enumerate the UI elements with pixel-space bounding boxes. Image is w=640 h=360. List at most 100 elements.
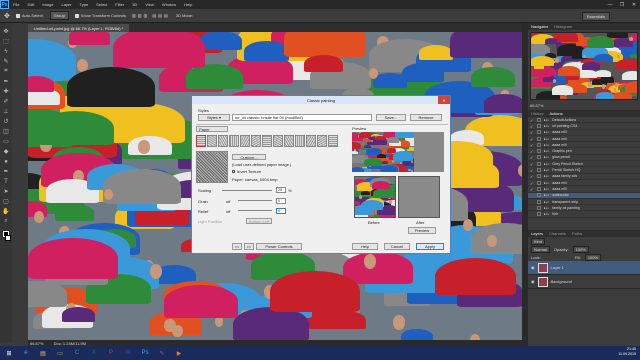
dialog-toggle-box[interactable]: [537, 212, 541, 217]
dialog-toggle-box[interactable]: [537, 117, 541, 122]
power-controls-button[interactable]: Power Controls: [256, 243, 302, 250]
paper-texture-option[interactable]: [306, 135, 316, 147]
dialog-toggle-box[interactable]: [537, 193, 541, 198]
dialog-toggle-box[interactable]: [537, 205, 541, 210]
crop-tool-icon[interactable]: ⌗: [2, 67, 11, 76]
stamp-tool-icon[interactable]: ⊥: [2, 107, 11, 116]
dialog-toggle-box[interactable]: [537, 123, 541, 128]
tab-paths[interactable]: Paths: [572, 231, 582, 236]
paper-texture-option[interactable]: [284, 135, 294, 147]
dialog-toggle-box[interactable]: [537, 142, 541, 147]
paper-texture-option[interactable]: [229, 135, 239, 147]
menu-help[interactable]: Help: [180, 2, 196, 7]
prev-button[interactable]: <<: [232, 243, 242, 250]
move-tool-icon[interactable]: ✥: [2, 27, 11, 36]
menu-image[interactable]: Image: [38, 2, 57, 7]
shape-tool-icon[interactable]: ▢: [2, 197, 11, 206]
scaling-input[interactable]: 25: [276, 187, 286, 193]
menu-file[interactable]: File: [9, 2, 23, 7]
eraser-tool-icon[interactable]: ◫: [2, 127, 11, 136]
cancel-button[interactable]: Cancel: [384, 243, 410, 250]
paper-texture-option[interactable]: [317, 135, 327, 147]
relief-input[interactable]: 0: [276, 208, 286, 214]
explorer-icon[interactable]: ▤: [36, 347, 50, 359]
paper-texture-option[interactable]: [295, 135, 305, 147]
paper-texture-option[interactable]: [262, 135, 272, 147]
dialog-toggle-box[interactable]: [537, 174, 541, 179]
dialog-toggle-box[interactable]: [537, 168, 541, 173]
type-tool-icon[interactable]: T: [2, 177, 11, 186]
move-tool-icon[interactable]: ✥: [4, 12, 10, 20]
checkmark-icon[interactable]: ✓: [530, 181, 534, 186]
visibility-eye-icon[interactable]: ◉: [531, 279, 535, 284]
navigator-thumbnail[interactable]: [530, 32, 638, 100]
tab-navigator[interactable]: Navigator: [531, 24, 548, 29]
paper-texture-option[interactable]: [273, 135, 283, 147]
paper-texture-option[interactable]: [328, 135, 338, 147]
action-set-row[interactable]: ▸▭ hhh: [528, 211, 640, 218]
style-name-field[interactable]: mr_oil classic: bristle flat 09 (modifie…: [232, 114, 372, 121]
checkmark-icon[interactable]: ✓: [530, 149, 534, 154]
dialog-close-button[interactable]: ✕: [438, 96, 450, 104]
tab-channels[interactable]: Channels: [549, 231, 566, 236]
checkmark-icon[interactable]: ✓: [530, 124, 534, 129]
next-button[interactable]: >>: [244, 243, 254, 250]
lasso-tool-icon[interactable]: ϟ: [2, 47, 11, 56]
navigator-zoom[interactable]: 66.67%: [530, 103, 544, 108]
dialog-toggle-box[interactable]: [537, 130, 541, 135]
tab-layers[interactable]: Layers: [531, 231, 543, 236]
grain-input[interactable]: 0: [276, 198, 286, 204]
start-icon[interactable]: ⊞: [2, 347, 16, 359]
layer-row[interactable]: ◉ Background: [528, 275, 640, 289]
path-select-icon[interactable]: ➤: [2, 187, 11, 196]
eyedropper-tool-icon[interactable]: ✒: [2, 77, 11, 86]
visibility-eye-icon[interactable]: ◉: [531, 265, 535, 270]
dialog-toggle-box[interactable]: [537, 155, 541, 160]
paper-texture-option[interactable]: [251, 135, 261, 147]
apply-button[interactable]: Apply: [416, 243, 444, 250]
folder-icon[interactable]: ▭: [53, 347, 67, 359]
layer-row[interactable]: ◉ Layer 1: [528, 261, 640, 275]
blend-mode-dropdown[interactable]: Normal: [531, 245, 550, 253]
paper-dropdown[interactable]: Paper: [196, 126, 228, 132]
excel-icon[interactable]: X: [87, 347, 101, 359]
align-icons[interactable]: ▥▥▥ ▤▤▤: [132, 13, 170, 18]
workspace-dropdown[interactable]: Essentials: [581, 12, 610, 21]
tab-history[interactable]: History: [531, 111, 543, 116]
dialog-toggle-box[interactable]: [537, 186, 541, 191]
checkmark-icon[interactable]: [530, 200, 534, 204]
background-color-swatch[interactable]: [5, 235, 11, 241]
brush-tool-icon[interactable]: ✐: [2, 97, 11, 106]
checkmark-icon[interactable]: ✓: [530, 174, 534, 179]
dialog-toggle-box[interactable]: [537, 161, 541, 166]
camtasia-icon[interactable]: C: [70, 347, 84, 359]
custom-paper-button[interactable]: Custom...: [232, 154, 266, 160]
layer-kind-filter[interactable]: Kind: [531, 237, 546, 245]
tab-histogram[interactable]: Histogram: [554, 24, 572, 29]
auto-select-checkbox[interactable]: Auto-Select:: [15, 13, 44, 18]
history-brush-icon[interactable]: ↺: [2, 117, 11, 126]
dialog-toggle-box[interactable]: [537, 136, 541, 141]
preview-button[interactable]: Preview: [408, 227, 436, 234]
document-tab[interactable]: Untitled-oil-paint.jpg @ 66.7% (Layer 1,…: [28, 24, 130, 32]
checkmark-icon[interactable]: ✓: [530, 137, 534, 142]
powerpoint-icon[interactable]: P: [104, 347, 118, 359]
menu-edit[interactable]: Edit: [23, 2, 38, 7]
dialog-toggle-box[interactable]: [537, 149, 541, 154]
menu-3d[interactable]: 3D: [128, 2, 141, 7]
menu-type[interactable]: Type: [76, 2, 93, 7]
zoom-tool-icon[interactable]: ⌕: [2, 217, 11, 226]
relief-slider[interactable]: [238, 210, 272, 211]
dialog-toggle-box[interactable]: [537, 180, 541, 185]
checkmark-icon[interactable]: ✓: [530, 162, 534, 167]
paper-texture-option[interactable]: [218, 135, 228, 147]
checkmark-icon[interactable]: ✓: [530, 143, 534, 148]
remove-button[interactable]: Remove: [410, 114, 442, 121]
checkmark-icon[interactable]: [530, 212, 534, 216]
save-button[interactable]: Save...: [376, 114, 406, 121]
light-position-dropdown[interactable]: Bottom Left: [246, 218, 272, 224]
invert-texture-checkbox[interactable]: Invert Texture: [232, 169, 261, 174]
show-transform-checkbox[interactable]: Show Transform Controls: [74, 13, 126, 18]
auto-select-dropdown[interactable]: Group: [49, 11, 69, 20]
checkmark-icon[interactable]: ✓: [530, 155, 534, 160]
